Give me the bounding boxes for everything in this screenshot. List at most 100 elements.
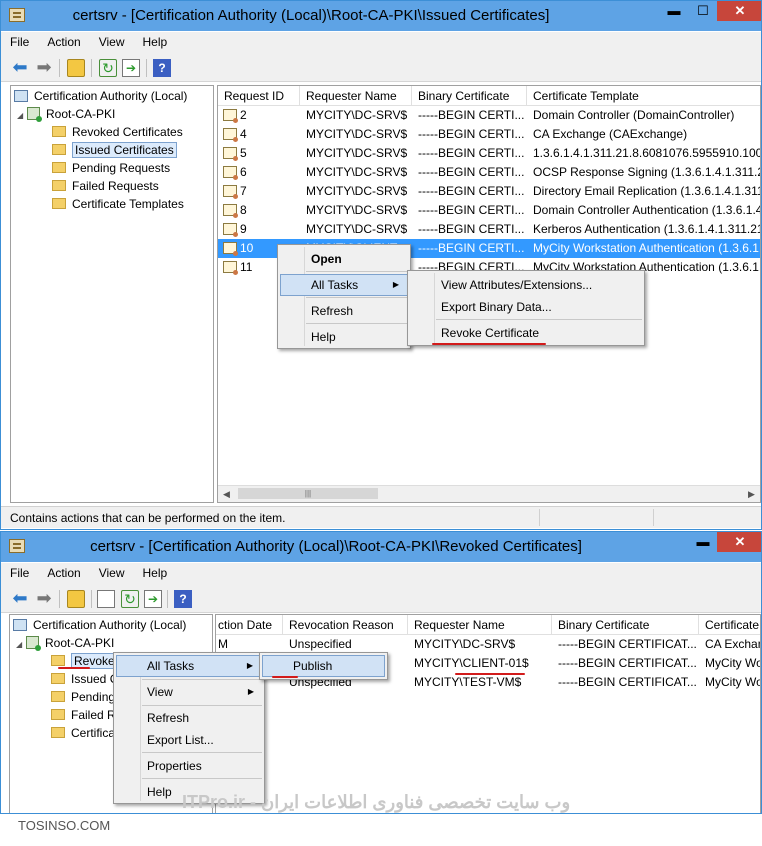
- ca-icon: [27, 107, 42, 122]
- column-certificate-template[interactable]: Certificate Template: [527, 86, 760, 106]
- cell-template: 1.3.6.1.4.1.311.21.8.6081076.5955910.100…: [533, 146, 760, 160]
- tree-issued-certificates[interactable]: Issued Certificates: [52, 142, 177, 158]
- help-icon[interactable]: ?: [153, 59, 171, 77]
- column-requester-name[interactable]: Requester Name: [408, 615, 552, 635]
- table-row[interactable]: 8 MYCITY\DC-SRV$ -----BEGIN CERTI... Domain…: [218, 201, 761, 220]
- menu-item-all-tasks[interactable]: All Tasks ▶: [280, 274, 408, 296]
- tree-ca-node[interactable]: ◢ Root-CA-PKI: [16, 635, 114, 651]
- table-row[interactable]: 7 MYCITY\DC-SRV$ -----BEGIN CERTI... Direct…: [218, 182, 760, 201]
- column-requester-name[interactable]: Requester Name: [300, 86, 412, 106]
- tree-certificate-templates[interactable]: Certifica: [51, 725, 115, 741]
- up-folder-icon[interactable]: [67, 590, 85, 608]
- cell-requester: MYCITY\DC-SRV$: [306, 222, 408, 236]
- export-list-icon[interactable]: ➔: [122, 59, 140, 77]
- menu-view[interactable]: View: [90, 32, 134, 52]
- minimize-button[interactable]: ▬: [661, 1, 687, 21]
- tree-issued-certificates[interactable]: Issued C: [51, 671, 118, 687]
- site-logo: TOSINSO.COM: [18, 818, 111, 833]
- menu-item-export-binary[interactable]: Export Binary Data...: [410, 296, 642, 318]
- back-arrow-icon[interactable]: ⬅: [11, 589, 29, 608]
- menu-item-open[interactable]: Open: [280, 248, 408, 270]
- up-folder-icon[interactable]: [67, 59, 85, 77]
- folder-icon: [51, 727, 65, 738]
- column-request-id[interactable]: Request ID: [218, 86, 300, 106]
- window-title: certsrv - [Certification Authority (Loca…: [90, 538, 582, 555]
- cell-requester: MYCITY\DC-SRV$: [306, 184, 408, 198]
- tree-failed-requests[interactable]: Failed Requests: [52, 178, 159, 194]
- scroll-right-icon[interactable]: ▶: [743, 486, 760, 502]
- title-bar[interactable]: certsrv - [Certification Authority (Loca…: [1, 1, 761, 31]
- scroll-left-icon[interactable]: ◀: [218, 486, 235, 502]
- menu-file[interactable]: File: [1, 32, 38, 52]
- toolbar-separator: [146, 59, 147, 77]
- tree-root[interactable]: Certification Authority (Local): [14, 88, 187, 104]
- cell-id: 8: [240, 203, 247, 217]
- properties-icon[interactable]: [97, 590, 115, 608]
- refresh-icon[interactable]: ↻: [99, 59, 117, 77]
- table-row[interactable]: 2 MYCITY\DC-SRV$ -----BEGIN CERTI... Domain…: [218, 106, 760, 125]
- horizontal-scrollbar[interactable]: ◀ ||| ▶: [218, 485, 760, 502]
- column-binary-certificate[interactable]: Binary Certificate: [412, 86, 527, 106]
- help-icon[interactable]: ?: [174, 590, 192, 608]
- tree-ca-node[interactable]: ◢ Root-CA-PKI: [17, 106, 115, 122]
- tree-certificate-templates[interactable]: Certificate Templates: [52, 196, 184, 212]
- table-row[interactable]: 9 MYCITY\DC-SRV$ -----BEGIN CERTI... Kerber…: [218, 220, 760, 239]
- table-row[interactable]: 6 MYCITY\DC-SRV$ -----BEGIN CERTI... OCSP R…: [218, 163, 761, 182]
- menu-view[interactable]: View: [90, 563, 134, 583]
- title-bar[interactable]: certsrv - [Certification Authority (Loca…: [1, 532, 761, 562]
- menu-item-view-attributes[interactable]: View Attributes/Extensions...: [410, 274, 642, 296]
- menu-item-view[interactable]: View ▶: [116, 681, 262, 703]
- menu-help[interactable]: Help: [134, 563, 177, 583]
- certificate-icon: [223, 128, 238, 142]
- menu-action[interactable]: Action: [38, 32, 89, 52]
- cell-template: OCSP Response Signing (1.3.6.1.4.1.311.2…: [533, 165, 761, 179]
- forward-arrow-icon[interactable]: ➡: [35, 589, 53, 608]
- menu-item-properties[interactable]: Properties: [116, 755, 262, 777]
- tree-pending-requests[interactable]: Pending Requests: [52, 160, 170, 176]
- close-button[interactable]: ✕: [717, 532, 761, 552]
- tree-failed-requests[interactable]: Failed R: [51, 707, 116, 723]
- back-arrow-icon[interactable]: ⬅: [11, 58, 29, 77]
- column-certificate-template[interactable]: Certificate: [699, 615, 760, 635]
- column-revocation-date[interactable]: ction Date: [216, 615, 283, 635]
- cell-requester: MYCITY\DC-SRV$: [306, 146, 408, 160]
- menu-item-help[interactable]: Help: [280, 326, 408, 348]
- cell-template: CA Exchan: [705, 637, 761, 651]
- menu-help[interactable]: Help: [134, 32, 177, 52]
- tree-pending-requests[interactable]: Pending: [51, 689, 115, 705]
- table-row[interactable]: 5 MYCITY\DC-SRV$ -----BEGIN CERTI... 1.3.6.…: [218, 144, 760, 163]
- table-row[interactable]: 4 MYCITY\DC-SRV$ -----BEGIN CERTI... CA Exc…: [218, 125, 760, 144]
- cell-template: Domain Controller Authentication (1.3.6.…: [533, 203, 761, 217]
- close-button[interactable]: ✕: [717, 1, 761, 21]
- minimize-button[interactable]: ▬: [690, 532, 716, 552]
- ca-icon: [26, 636, 41, 651]
- menu-item-all-tasks[interactable]: All Tasks ▶: [116, 655, 262, 677]
- scroll-thumb[interactable]: |||: [238, 488, 378, 499]
- forward-arrow-icon[interactable]: ➡: [35, 58, 53, 77]
- menu-item-export-list[interactable]: Export List...: [116, 729, 262, 751]
- menu-item-refresh[interactable]: Refresh: [280, 300, 408, 322]
- cell-binary: -----BEGIN CERTIFICAT...: [558, 675, 697, 689]
- folder-icon: [52, 198, 66, 209]
- folder-icon: [51, 709, 65, 720]
- export-list-icon[interactable]: ➔: [144, 590, 162, 608]
- maximize-button[interactable]: ☐: [690, 1, 716, 21]
- certificate-icon: [223, 166, 238, 180]
- menu-file[interactable]: File: [1, 563, 38, 583]
- cell-template: MyCity Wo: [705, 656, 761, 670]
- expander-icon[interactable]: ◢: [16, 637, 26, 653]
- column-revocation-reason[interactable]: Revocation Reason: [283, 615, 408, 635]
- cell-binary: -----BEGIN CERTI...: [418, 184, 525, 198]
- column-binary-certificate[interactable]: Binary Certificate: [552, 615, 699, 635]
- menu-item-publish[interactable]: Publish: [262, 655, 385, 677]
- expander-icon[interactable]: ◢: [17, 108, 27, 124]
- menu-action[interactable]: Action: [38, 563, 89, 583]
- refresh-icon[interactable]: ↻: [121, 590, 139, 608]
- cell-binary: -----BEGIN CERTIFICAT...: [558, 637, 697, 651]
- menu-item-refresh[interactable]: Refresh: [116, 707, 262, 729]
- cell-requester: MYCITY\DC-SRV$: [306, 108, 408, 122]
- menu-item-revoke-certificate[interactable]: Revoke Certificate: [410, 322, 642, 344]
- toolbar-separator: [59, 590, 60, 608]
- tree-root[interactable]: Certification Authority (Local): [13, 617, 186, 633]
- tree-revoked-certificates[interactable]: Revoked Certificates: [52, 124, 183, 140]
